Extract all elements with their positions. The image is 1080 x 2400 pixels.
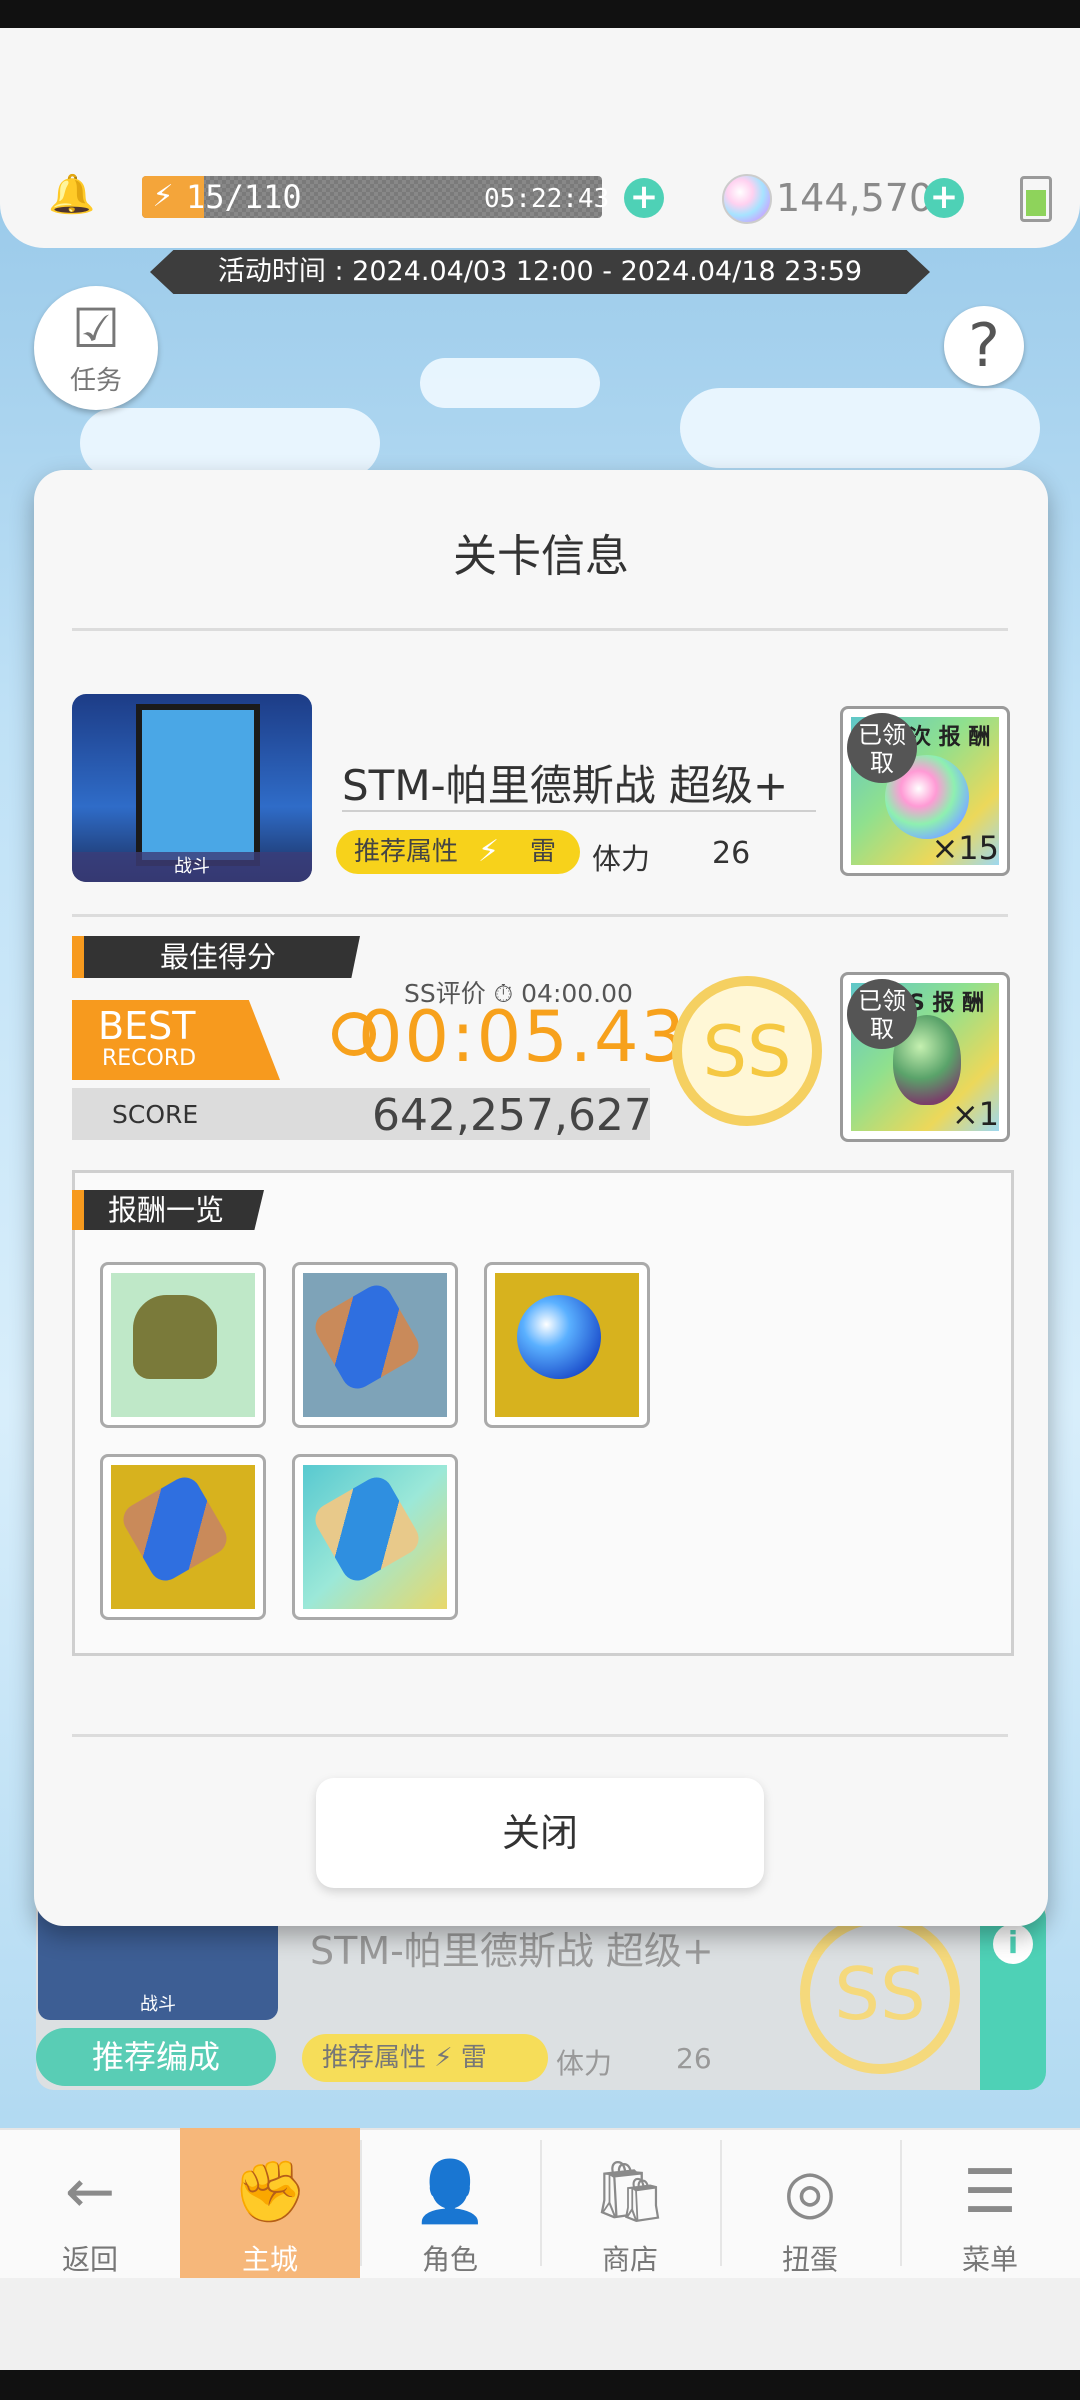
reward-item[interactable] (484, 1262, 650, 1428)
reward-item[interactable] (292, 1454, 458, 1620)
nav-divider (720, 2140, 722, 2266)
back-arrow-icon: ← (64, 2157, 116, 2227)
rewards-list-tag: 报酬一览 (72, 1190, 264, 1230)
background-thumb-tag: 战斗 (140, 1994, 176, 2015)
best-score-label: 最佳得分 (160, 940, 277, 974)
score-label: SCORE (112, 1100, 199, 1129)
blue-orb-icon (517, 1295, 601, 1379)
character-icon: 👤 (412, 2157, 488, 2227)
nav-label: 返回 (61, 2243, 118, 2276)
nav-shop[interactable]: 🛍 商店 (540, 2128, 720, 2278)
recommended-attribute-pill: 推荐属性 ⚡ 雷 (336, 830, 580, 874)
tag-accent (72, 1190, 84, 1230)
lightning-icon: ⚡ (152, 179, 174, 214)
cloud-decoration (80, 408, 380, 478)
background-attr-label: 推荐属性 (322, 2043, 427, 2073)
battery-level (1026, 190, 1046, 216)
stage-thumbnail: 战斗 (72, 694, 312, 882)
nav-label: 主城 (241, 2243, 298, 2276)
stage-type-tag: 战斗 (72, 852, 312, 882)
gesture-area (0, 2278, 1080, 2370)
ore-icon (133, 1295, 217, 1379)
nav-label: 菜单 (961, 2243, 1018, 2276)
reward-header: S 报 酬 (909, 991, 985, 1016)
system-status-bar (0, 0, 1080, 28)
help-button[interactable]: ? (944, 306, 1024, 386)
divider (72, 628, 1008, 631)
record-text: RECORD (102, 1046, 197, 1071)
gem-count: 144,570 (776, 176, 934, 220)
first-clear-reward[interactable]: 次 报 酬 已领取 ×15 (840, 706, 1010, 876)
nav-divider (900, 2140, 902, 2266)
checkbox-icon: ☑ (71, 297, 121, 360)
claimed-badge: 已领取 (847, 979, 917, 1049)
divider (72, 914, 1008, 917)
stamina-value: 15/110 (186, 178, 302, 216)
recommended-element: 雷 (530, 837, 557, 867)
add-stamina-button[interactable]: + (624, 178, 664, 218)
dialog-title: 关卡信息 (453, 531, 629, 582)
divider (342, 810, 816, 812)
nav-character[interactable]: 👤 角色 (360, 2128, 540, 2278)
cloud-decoration (680, 388, 1040, 468)
background-stamina-label: 体力 (556, 2047, 613, 2080)
nav-divider (360, 2140, 362, 2266)
stage-name: STM-帕里德斯战 超级+ (342, 761, 789, 810)
claimed-badge: 已领取 (847, 713, 917, 783)
best-record-badge: BEST RECORD (72, 1000, 280, 1080)
lightning-icon: ⚡ (434, 2043, 461, 2073)
nav-label: 扭蛋 (781, 2243, 838, 2276)
reward-quantity: ×15 (931, 829, 999, 867)
ss-rank-badge: SS (672, 976, 822, 1126)
background-ss-rank-badge: SS (800, 1914, 960, 2074)
nav-back[interactable]: ← 返回 (0, 2128, 180, 2278)
divider (72, 1734, 1008, 1737)
lightning-icon: ⚡ (478, 834, 500, 869)
reward-header: 次 报 酬 (909, 725, 991, 750)
reward-item[interactable] (292, 1262, 458, 1428)
stage-info-button[interactable]: i (980, 1900, 1046, 2090)
background-attribute-pill: 推荐属性 ⚡ 雷 (302, 2034, 548, 2082)
nav-menu[interactable]: ☰ 菜单 (900, 2128, 1080, 2278)
info-icon: i (993, 1924, 1033, 1964)
gem-icon (722, 174, 772, 224)
best-time: 00:05.43 (358, 996, 688, 1078)
task-label: 任务 (69, 366, 122, 396)
recommend-team-button[interactable]: 推荐编成 (36, 2028, 276, 2086)
ss-rank-reward[interactable]: S 报 酬 已领取 ×1 (840, 972, 1010, 1142)
task-button[interactable]: ☑ 任务 (34, 286, 158, 410)
event-period-banner: 活动时间 : 2024.04/03 12:00 - 2024.04/18 23:… (150, 250, 930, 294)
nav-divider (540, 2140, 542, 2266)
cloud-decoration (420, 358, 600, 408)
background-attr-element: 雷 (460, 2043, 487, 2073)
tag-accent (72, 936, 84, 978)
add-gems-button[interactable]: + (924, 178, 964, 218)
reward-item[interactable] (100, 1262, 266, 1428)
stamina-cost-label: 体力 (592, 842, 651, 876)
gacha-icon: ◎ (783, 2157, 837, 2227)
score-value: 642,257,627 (372, 1090, 652, 1141)
best-text: BEST (98, 1004, 196, 1048)
reward-item[interactable] (100, 1454, 266, 1620)
stamina-cost-value: 26 (712, 836, 751, 871)
recommended-attribute-label: 推荐属性 (354, 837, 459, 867)
background-stage-name: STM-帕里德斯战 超级+ (310, 1929, 714, 1973)
nav-label: 商店 (601, 2243, 658, 2276)
nav-gacha[interactable]: ◎ 扭蛋 (720, 2128, 900, 2278)
boss-robot-image (136, 704, 260, 866)
menu-icon: ☰ (963, 2157, 1017, 2227)
shop-icon: 🛍 (591, 2157, 669, 2227)
nav-label: 角色 (421, 2243, 478, 2276)
reward-quantity: ×1 (951, 1095, 999, 1133)
stamina-timer: 05:22:43 (484, 184, 610, 214)
bell-icon[interactable]: 🔔 (48, 172, 95, 216)
rewards-list-title: 报酬一览 (108, 1193, 225, 1227)
main-city-icon: ✊ (232, 2157, 308, 2227)
close-button[interactable]: 关闭 (316, 1778, 764, 1888)
nav-main-city[interactable]: ✊ 主城 (180, 2128, 360, 2278)
system-nav-bar (0, 2370, 1080, 2400)
best-score-tag: 最佳得分 (72, 936, 360, 978)
background-stamina-value: 26 (676, 2042, 712, 2075)
